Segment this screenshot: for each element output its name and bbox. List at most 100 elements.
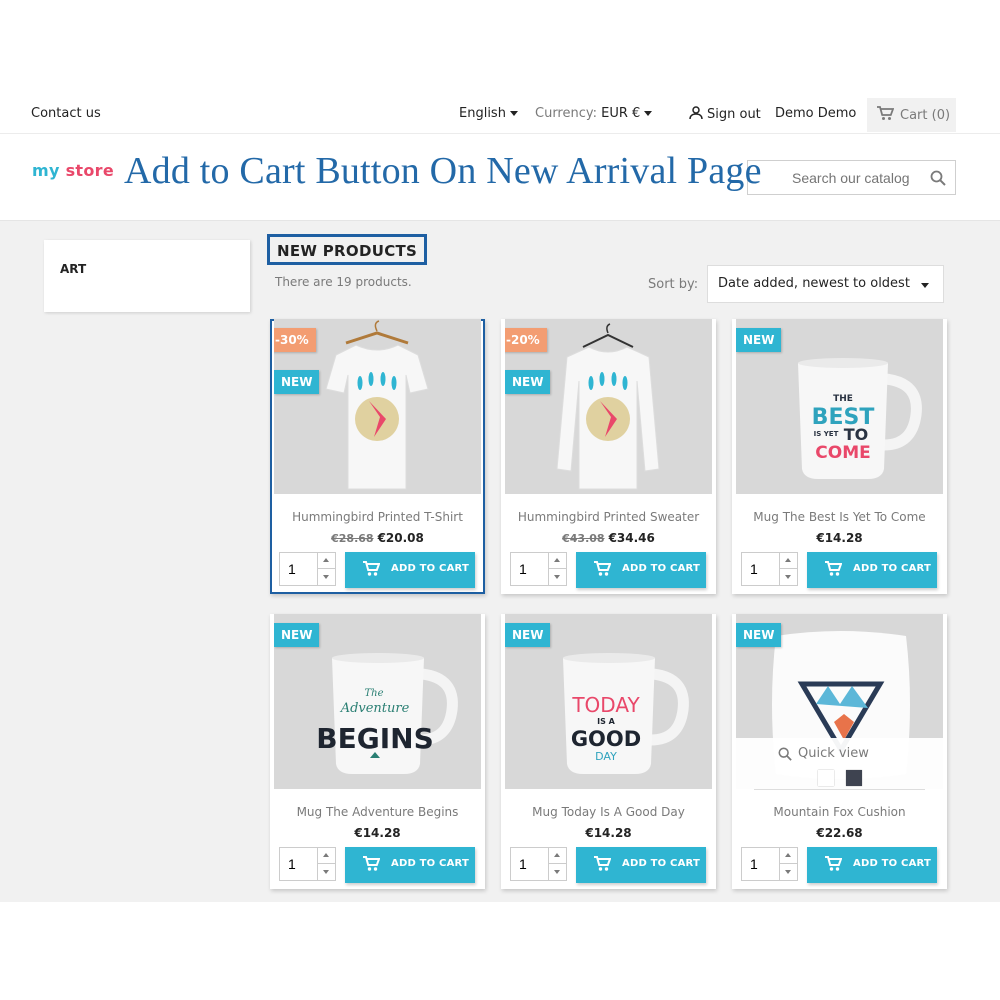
product-image[interactable]: -30% NEW <box>274 319 481 494</box>
price: €14.28 <box>585 826 632 840</box>
category-sidebar: ART <box>44 240 250 312</box>
product-image[interactable]: The Adventure BEGINS NEW <box>274 614 481 789</box>
quantity-input[interactable] <box>511 848 549 880</box>
quantity-up-button[interactable] <box>318 553 335 569</box>
quantity-down-button[interactable] <box>780 569 797 585</box>
regular-price: €43.08 <box>562 532 605 545</box>
new-badge: NEW <box>274 623 320 647</box>
quantity-up-button[interactable] <box>549 848 566 864</box>
sidebar-item-art[interactable]: ART <box>60 262 86 276</box>
color-swatch-dark[interactable] <box>846 770 862 786</box>
add-to-cart-button[interactable]: ADD TO CART <box>345 847 475 883</box>
product-card: -20% NEW Hummingbird Printed Sweater €43… <box>501 319 716 594</box>
cart-icon <box>825 561 842 576</box>
search-icon[interactable] <box>930 170 946 186</box>
cart-icon <box>594 856 611 871</box>
quantity-up-button[interactable] <box>318 848 335 864</box>
sign-out-link[interactable]: Sign out <box>689 106 761 122</box>
product-name[interactable]: Mug The Best Is Yet To Come <box>732 510 947 524</box>
cart-icon <box>363 856 380 871</box>
search-input[interactable] <box>748 161 918 194</box>
price: €14.28 <box>354 826 401 840</box>
product-image[interactable]: -20% NEW <box>505 319 712 494</box>
quantity-input[interactable] <box>742 553 780 585</box>
caret-up-icon <box>323 558 329 562</box>
user-icon <box>689 106 703 120</box>
cart-button[interactable]: Cart (0) <box>867 98 956 132</box>
add-to-cart-button[interactable]: ADD TO CART <box>807 847 937 883</box>
search-box <box>747 160 956 195</box>
account-link[interactable]: Demo Demo <box>775 106 856 121</box>
caret-up-icon <box>554 853 560 857</box>
main-content: ART NEW PRODUCTS There are 19 products. … <box>0 220 1000 902</box>
mug-adventure-line3: BEGINS <box>316 722 433 755</box>
add-to-cart-label: ADD TO CART <box>622 858 700 869</box>
add-to-cart-label: ADD TO CART <box>853 563 931 574</box>
contact-us-link[interactable]: Contact us <box>31 106 101 121</box>
product-card: NEW Quick view Mountain Fox Cushion €22.… <box>732 614 947 889</box>
add-to-cart-label: ADD TO CART <box>391 563 469 574</box>
chevron-down-icon <box>509 111 518 116</box>
cart-icon <box>825 856 842 871</box>
quantity-up-button[interactable] <box>780 848 797 864</box>
add-to-cart-label: ADD TO CART <box>622 563 700 574</box>
product-card: THE BEST IS YET TO COME NEW Mug The Best… <box>732 319 947 594</box>
quick-view-button[interactable]: Quick view <box>778 746 869 761</box>
mug-today-line2: IS A <box>597 717 616 726</box>
sale-price: €20.08 <box>377 531 424 545</box>
product-name[interactable]: Mug The Adventure Begins <box>270 805 485 819</box>
product-count: There are 19 products. <box>275 275 412 289</box>
product-price: €14.28 <box>270 826 485 840</box>
chevron-down-icon <box>921 283 929 288</box>
product-name[interactable]: Mug Today Is A Good Day <box>501 805 716 819</box>
language-selector[interactable]: English <box>459 106 518 121</box>
header: my store Add to Cart Button On New Arriv… <box>0 135 1000 220</box>
discount-badge: -20% <box>505 328 547 352</box>
mug-adventure-line2: Adventure <box>340 701 410 716</box>
caret-down-icon <box>554 575 560 579</box>
add-to-cart-button[interactable]: ADD TO CART <box>807 552 937 588</box>
product-image[interactable]: TODAY IS A GOOD DAY NEW <box>505 614 712 789</box>
quantity-stepper <box>510 847 567 881</box>
quantity-down-button[interactable] <box>549 569 566 585</box>
product-card: TODAY IS A GOOD DAY NEW Mug Today Is A G… <box>501 614 716 889</box>
sort-label: Sort by: <box>648 277 699 292</box>
product-name[interactable]: Hummingbird Printed T-Shirt <box>270 510 485 524</box>
cart-icon <box>363 561 380 576</box>
currency-selector[interactable]: Currency: EUR € <box>535 106 653 121</box>
product-name[interactable]: Hummingbird Printed Sweater <box>501 510 716 524</box>
quantity-input[interactable] <box>280 848 318 880</box>
product-price: €43.08 €34.46 <box>501 531 716 545</box>
product-price: €14.28 <box>501 826 716 840</box>
logo-store: store <box>65 161 114 180</box>
quantity-input[interactable] <box>511 553 549 585</box>
quantity-up-button[interactable] <box>780 553 797 569</box>
color-swatch-white[interactable] <box>818 770 834 786</box>
sale-price: €34.46 <box>608 531 655 545</box>
sort-select[interactable]: Date added, newest to oldest <box>707 265 944 303</box>
quantity-up-button[interactable] <box>549 553 566 569</box>
quick-view-panel: Quick view <box>736 738 943 810</box>
top-nav: Contact us English Currency: EUR € Sign … <box>0 96 1000 134</box>
mug-best-line4: TO <box>844 425 869 444</box>
regular-price: €28.68 <box>331 532 374 545</box>
product-name[interactable]: Mountain Fox Cushion <box>732 805 947 819</box>
new-badge: NEW <box>274 370 320 394</box>
add-to-cart-button[interactable]: ADD TO CART <box>576 552 706 588</box>
quantity-down-button[interactable] <box>549 864 566 880</box>
quantity-input[interactable] <box>280 553 318 585</box>
quantity-down-button[interactable] <box>318 864 335 880</box>
cart-label: Cart (0) <box>900 108 951 123</box>
product-card: -30% NEW Hummingbird Printed T-Shirt €28… <box>270 319 485 594</box>
promo-overlay-title: Add to Cart Button On New Arrival Page <box>124 150 762 192</box>
product-image[interactable]: THE BEST IS YET TO COME NEW <box>736 319 943 494</box>
add-to-cart-button[interactable]: ADD TO CART <box>345 552 475 588</box>
store-logo[interactable]: my store <box>32 161 114 180</box>
quantity-down-button[interactable] <box>318 569 335 585</box>
chevron-down-icon <box>644 111 653 116</box>
quantity-down-button[interactable] <box>780 864 797 880</box>
quantity-input[interactable] <box>742 848 780 880</box>
add-to-cart-button[interactable]: ADD TO CART <box>576 847 706 883</box>
new-badge: NEW <box>736 328 782 352</box>
search-icon <box>778 747 792 761</box>
